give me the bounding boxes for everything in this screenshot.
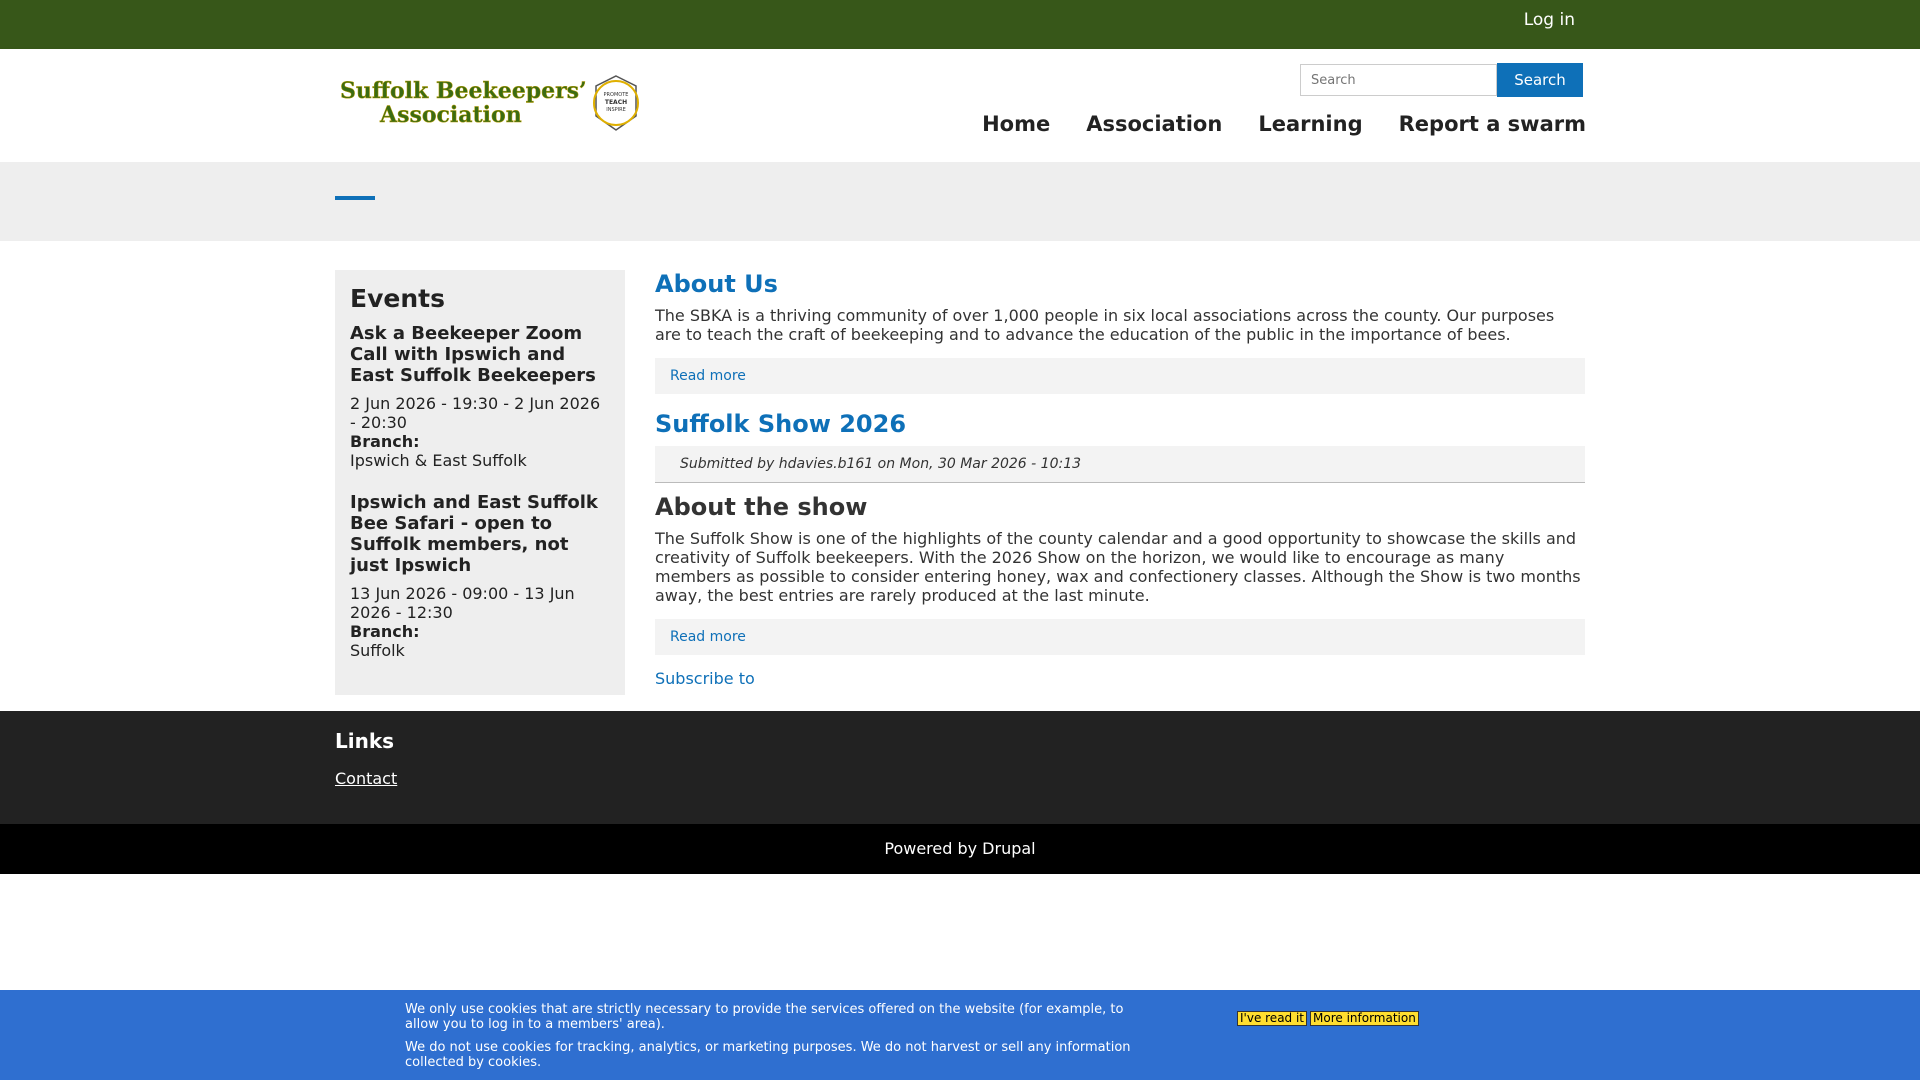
event-date: 2 Jun 2026 - 19:30 - 2 Jun 2026 - 20:30 xyxy=(350,394,601,432)
seal-text-2: TEACH xyxy=(605,99,627,106)
logo-text-line2: Association xyxy=(379,102,522,128)
main-nav: Home Association Learning Report a swarm xyxy=(982,112,1586,136)
cookie-more-info-button[interactable]: More information xyxy=(1310,1011,1419,1026)
main-column: About Us The SBKA is a thriving communit… xyxy=(655,270,1585,688)
about-read-more-link[interactable]: Read more xyxy=(655,358,1585,394)
subscribe-link[interactable]: Subscribe to xyxy=(655,669,1585,688)
about-us-body: The SBKA is a thriving community of over… xyxy=(655,306,1555,344)
about-show-body: The Suffolk Show is one of the highlight… xyxy=(655,529,1581,605)
event-branch-label: Branch: xyxy=(350,622,420,641)
cookie-text-1: We only use cookies that are strictly ne… xyxy=(405,1002,1124,1032)
event-item: Ipswich and East Suffolk Bee Safari - op… xyxy=(350,492,610,660)
title-band xyxy=(0,162,1920,241)
event-branch-label: Branch: xyxy=(350,432,420,451)
site-footer: Links Contact xyxy=(0,711,1920,824)
cookie-text-2: We do not use cookies for tracking, anal… xyxy=(405,1040,1131,1070)
submitted-info: Submitted by hdavies.b161 on Mon, 30 Mar… xyxy=(655,446,1585,483)
show-read-more-link[interactable]: Read more xyxy=(655,619,1585,655)
cookie-banner: We only use cookies that are strictly ne… xyxy=(0,990,1920,1080)
powered-by: Powered by Drupal xyxy=(0,824,1920,874)
page-content: Events Ask a Beekeeper Zoom Call with Ip… xyxy=(0,241,1920,711)
logo-text-line1: Suffolk Beekeepers’ xyxy=(340,78,587,104)
nav-home[interactable]: Home xyxy=(982,112,1050,136)
nav-learning[interactable]: Learning xyxy=(1258,112,1362,136)
events-heading: Events xyxy=(350,284,445,313)
about-show-heading: About the show xyxy=(655,493,868,521)
search-input[interactable] xyxy=(1300,64,1497,96)
event-item: Ask a Beekeeper Zoom Call with Ipswich a… xyxy=(350,323,610,470)
search-form: Search xyxy=(1300,63,1583,97)
seal-text-3: INSPIRE xyxy=(606,107,626,113)
event-date: 13 Jun 2026 - 09:00 - 13 Jun 2026 - 12:3… xyxy=(350,584,575,622)
seal-text-1: PROMOTE xyxy=(604,92,629,98)
footer-contact-link[interactable]: Contact xyxy=(335,769,397,788)
search-button[interactable]: Search xyxy=(1497,63,1583,97)
nav-report-swarm[interactable]: Report a swarm xyxy=(1399,112,1586,136)
event-branch: Ipswich & East Suffolk xyxy=(350,451,527,470)
powered-by-drupal-link[interactable]: Powered by Drupal xyxy=(884,839,1035,858)
about-us-title[interactable]: About Us xyxy=(655,270,1585,298)
cookie-buttons: I've read it More information xyxy=(1237,1011,1419,1026)
suffolk-show-title[interactable]: Suffolk Show 2026 xyxy=(655,410,1585,438)
site-logo[interactable]: Suffolk Beekeepers’ Association PROMOTE … xyxy=(340,74,650,134)
site-header: Suffolk Beekeepers’ Association PROMOTE … xyxy=(0,49,1920,162)
footer-links-heading: Links xyxy=(335,729,395,753)
top-bar: Log in xyxy=(0,0,1920,49)
login-link[interactable]: Log in xyxy=(1524,10,1575,30)
event-title[interactable]: Ask a Beekeeper Zoom Call with Ipswich a… xyxy=(350,323,610,386)
event-branch: Suffolk xyxy=(350,641,405,660)
title-underline xyxy=(335,196,375,200)
nav-association[interactable]: Association xyxy=(1086,112,1222,136)
event-title[interactable]: Ipswich and East Suffolk Bee Safari - op… xyxy=(350,492,610,576)
events-sidebar: Events Ask a Beekeeper Zoom Call with Ip… xyxy=(335,270,625,695)
cookie-accept-button[interactable]: I've read it xyxy=(1237,1011,1308,1026)
